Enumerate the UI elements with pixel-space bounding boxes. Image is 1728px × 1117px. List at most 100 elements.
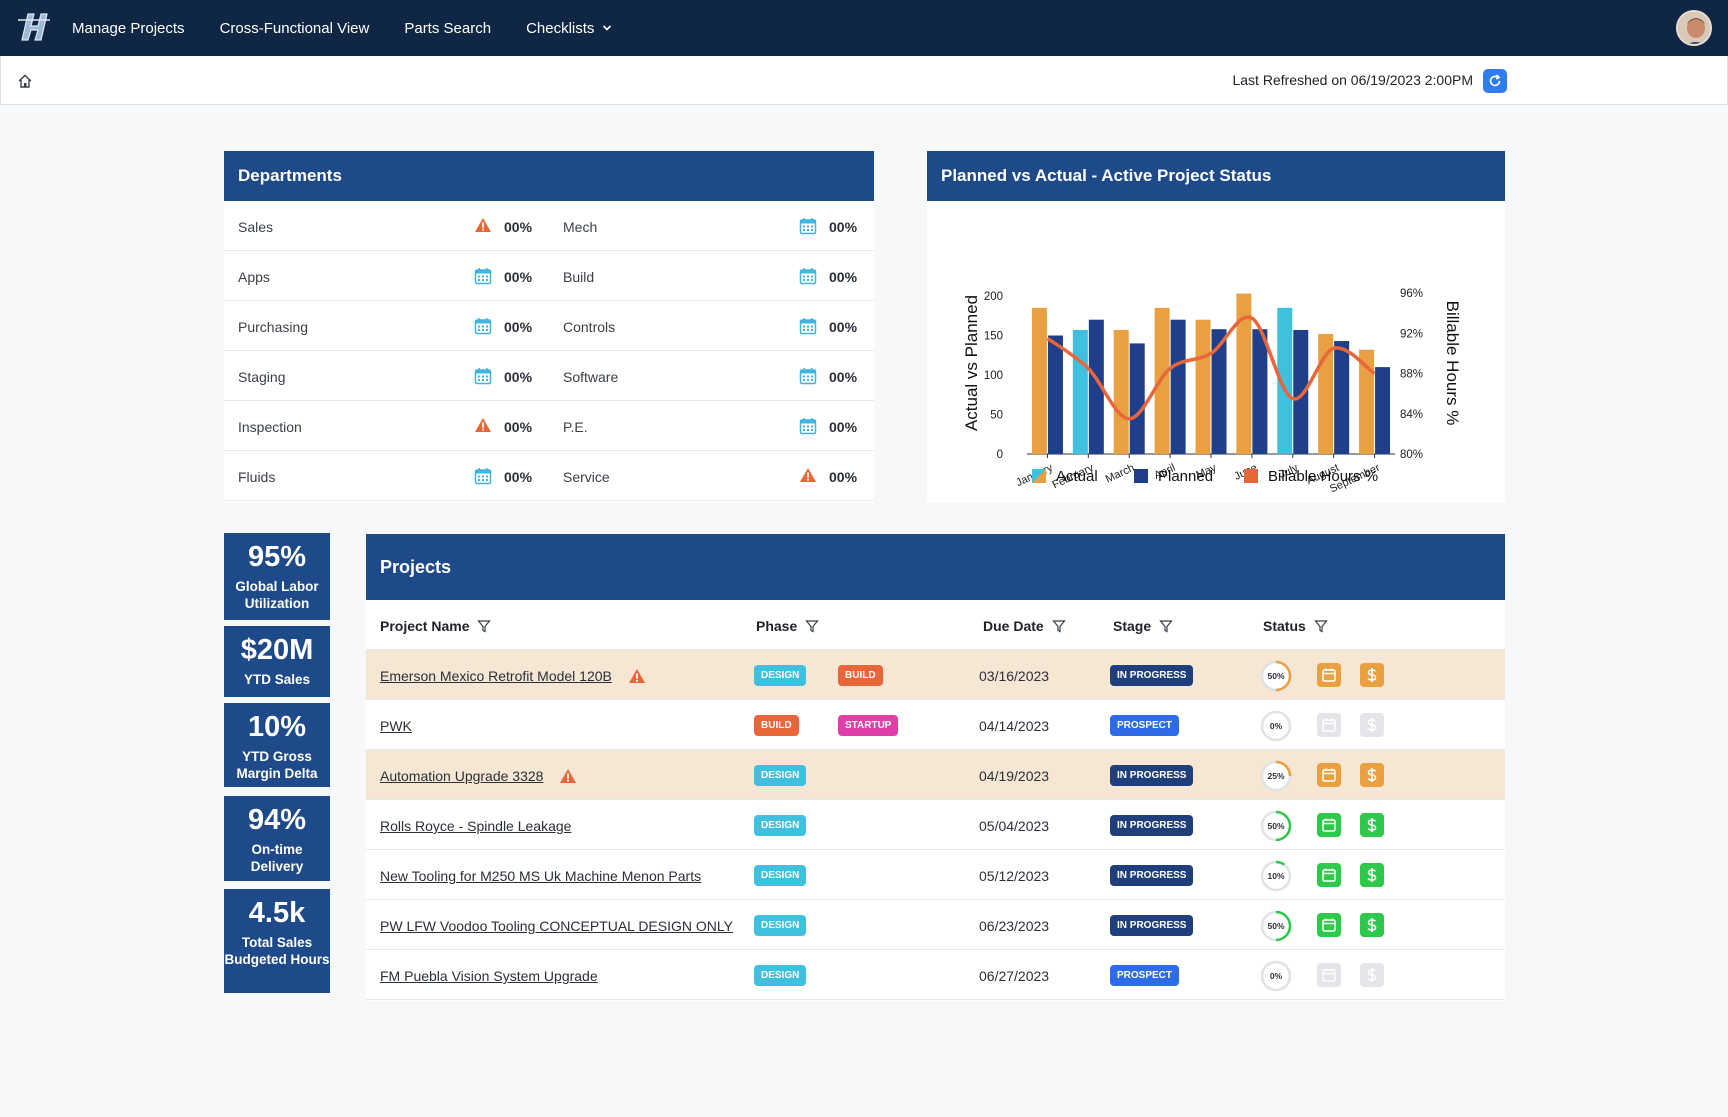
refresh-button[interactable]	[1483, 69, 1507, 93]
project-name-link[interactable]: Emerson Mexico Retrofit Model 120B	[380, 668, 646, 684]
calendar-icon	[1322, 768, 1336, 782]
progress-ring: 0%	[1260, 710, 1292, 742]
panel-title: Projects	[380, 556, 452, 577]
table-row[interactable]: PWK BUILD STARTUP 04/14/2023 PROSPECT 0%	[366, 700, 1505, 750]
col-phase[interactable]: Phase	[756, 618, 820, 634]
schedule-status-button[interactable]	[1317, 663, 1341, 687]
nav-parts-search[interactable]: Parts Search	[404, 20, 491, 37]
calendar-icon	[799, 417, 817, 435]
calendar-icon	[474, 268, 492, 285]
nav-checklists-dropdown[interactable]: Checklists	[526, 20, 612, 37]
filter-icon[interactable]	[1314, 619, 1328, 633]
department-name: Controls	[563, 319, 616, 335]
kpi-label: Global Labor Utilization	[235, 579, 319, 611]
col-due-date[interactable]: Due Date	[983, 618, 1066, 634]
department-percent: 00%	[504, 219, 533, 235]
budget-status-button[interactable]	[1360, 913, 1384, 937]
project-name: Rolls Royce - Spindle Leakage	[380, 818, 572, 834]
department-percent: 00%	[504, 269, 533, 285]
budget-status-button[interactable]	[1360, 663, 1384, 687]
department-name: Purchasing	[238, 319, 309, 335]
table-row[interactable]: New Tooling for M250 MS Uk Machine Menon…	[366, 850, 1505, 900]
schedule-status-button[interactable]	[1317, 813, 1341, 837]
department-row: Staging 00% Software 00%	[224, 351, 874, 401]
table-row[interactable]: Rolls Royce - Spindle Leakage DESIGN 05/04…	[366, 800, 1505, 850]
project-name-link[interactable]: PWK	[380, 718, 412, 734]
y-tick-label: 200	[984, 291, 1003, 303]
progress-label: 25%	[1267, 771, 1284, 781]
dollar-icon	[1367, 968, 1377, 982]
department-row: Inspection 00% P.E. 00%	[224, 401, 874, 451]
kpi-value: 94%	[247, 804, 307, 836]
phase-tag: STARTUP	[838, 715, 899, 736]
department-name: Sales	[238, 219, 274, 235]
y-tick-label: 100	[984, 370, 1003, 382]
phase-tag: DESIGN	[754, 665, 807, 686]
table-row[interactable]: Automation Upgrade 3328 DESIGN 04/19/2023 I…	[366, 750, 1505, 800]
avatar-image	[1678, 12, 1710, 44]
col-project-name[interactable]: Project Name	[380, 618, 492, 634]
nav-cross-functional-view[interactable]: Cross-Functional View	[220, 20, 370, 37]
col-status[interactable]: Status	[1263, 618, 1328, 634]
calendar-icon	[799, 317, 817, 335]
due-date: 04/14/2023	[979, 718, 1050, 734]
calendar-icon	[1322, 868, 1336, 882]
project-name-link[interactable]: FM Puebla Vision System Upgrade	[380, 968, 598, 984]
project-name-link[interactable]: Automation Upgrade 3328	[380, 768, 577, 784]
actual-bar	[1072, 329, 1088, 454]
department-percent: 00%	[504, 469, 533, 485]
table-row[interactable]: Emerson Mexico Retrofit Model 120B DESIGN…	[366, 650, 1505, 700]
kpi-tile: 10% YTD Gross Margin Delta	[224, 703, 330, 787]
department-percent: 00%	[829, 419, 858, 435]
kpi-tile: 94% On-time Delivery	[224, 796, 330, 881]
schedule-status-button[interactable]	[1317, 763, 1341, 787]
phase-tag: DESIGN	[754, 965, 807, 986]
schedule-status-button[interactable]	[1317, 913, 1341, 937]
department-row: Apps 00% Build 00%	[224, 251, 874, 301]
projects-panel: Projects Project Name Phase Due Date Sta…	[366, 534, 1505, 1001]
schedule-status-button[interactable]	[1317, 863, 1341, 887]
table-row[interactable]: PW LFW Voodoo Tooling CONCEPTUAL DESIGN …	[366, 900, 1505, 950]
budget-status-button[interactable]	[1360, 963, 1384, 987]
user-avatar[interactable]	[1676, 10, 1712, 46]
filter-icon[interactable]	[1159, 619, 1173, 633]
project-name-link[interactable]: Rolls Royce - Spindle Leakage	[380, 818, 571, 834]
col-stage[interactable]: Stage	[1113, 618, 1173, 634]
stage-tag: PROSPECT	[1110, 965, 1180, 986]
filter-icon[interactable]	[1051, 619, 1066, 633]
warning-icon	[559, 768, 577, 784]
project-name-link[interactable]: PW LFW Voodoo Tooling CONCEPTUAL DESIGN …	[380, 918, 733, 934]
department-row: Sales 00% Mech 00%	[224, 201, 874, 251]
y2-tick-label: 84%	[1400, 409, 1423, 421]
budget-status-button[interactable]	[1360, 863, 1384, 887]
nav-label: Cross-Functional View	[219, 19, 370, 37]
project-name: Emerson Mexico Retrofit Model 120B	[380, 668, 612, 684]
project-name-link[interactable]: New Tooling for M250 MS Uk Machine Menon…	[380, 868, 701, 884]
panel-title: Planned vs Actual - Active Project Statu…	[941, 166, 1272, 185]
department-name: Fluids	[238, 469, 276, 485]
refresh-icon	[1489, 74, 1501, 87]
budget-status-button[interactable]	[1360, 813, 1384, 837]
due-date: 04/19/2023	[979, 768, 1050, 784]
filter-icon[interactable]	[805, 619, 820, 633]
budget-status-button[interactable]	[1360, 713, 1384, 737]
nav-manage-projects[interactable]: Manage Projects	[72, 20, 185, 37]
table-row[interactable]: FM Puebla Vision System Upgrade DESIGN 06/…	[366, 950, 1505, 1000]
calendar-icon	[799, 368, 817, 385]
legend-label: Actual	[1056, 468, 1098, 485]
department-percent: 00%	[504, 419, 533, 435]
schedule-status-button[interactable]	[1317, 713, 1341, 737]
kpi-value: 10%	[247, 711, 307, 743]
progress-label: 0%	[1270, 971, 1283, 981]
company-logo[interactable]	[14, 8, 54, 48]
phase-tag: DESIGN	[754, 815, 807, 836]
home-icon[interactable]	[17, 73, 33, 89]
filter-icon[interactable]	[477, 619, 492, 633]
dollar-icon	[1367, 718, 1377, 732]
budget-status-button[interactable]	[1360, 763, 1384, 787]
nav-label: Manage Projects	[72, 19, 185, 37]
y-tick-label: 50	[990, 410, 1003, 422]
schedule-status-button[interactable]	[1317, 963, 1341, 987]
calendar-icon	[799, 418, 817, 435]
stage-tag: PROSPECT	[1110, 715, 1180, 736]
